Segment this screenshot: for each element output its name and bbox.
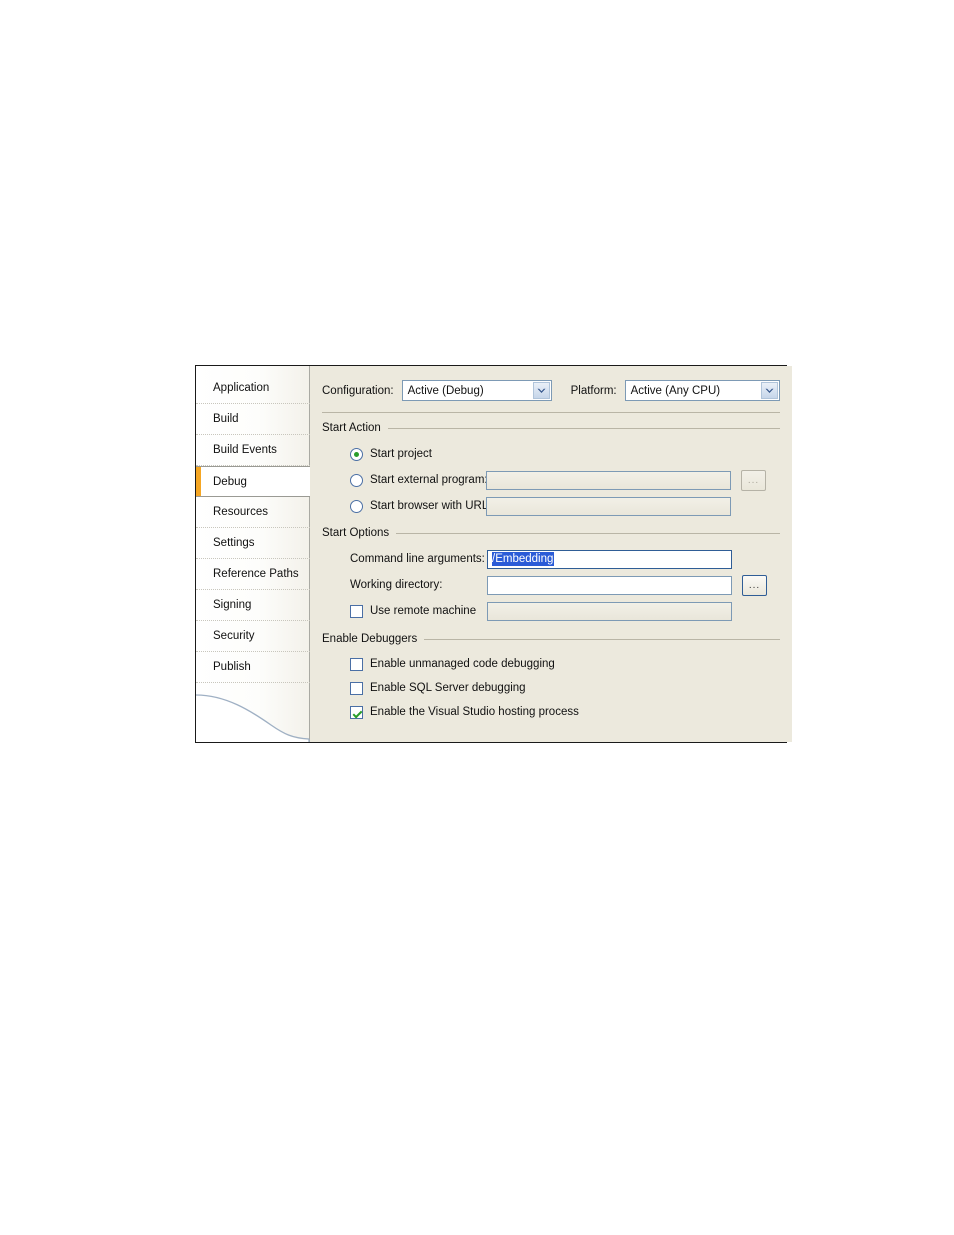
tab-label: Build Events xyxy=(213,444,277,456)
use-remote-machine-label: Use remote machine xyxy=(370,605,477,617)
tab-label: Publish xyxy=(213,661,251,673)
sidebar-item-build-events[interactable]: Build Events xyxy=(196,435,310,466)
sidebar-item-application[interactable]: Application xyxy=(196,373,310,404)
enable-hosting-process-row[interactable]: Enable the Visual Studio hosting process xyxy=(322,700,780,724)
group-rule xyxy=(396,532,780,534)
group-rule xyxy=(387,427,780,429)
sidebar-item-reference-paths[interactable]: Reference Paths xyxy=(196,559,310,590)
external-program-browse-button[interactable]: ... xyxy=(741,469,766,491)
start-external-program-radio[interactable] xyxy=(350,473,363,487)
start-external-program-label: Start external program: xyxy=(370,474,488,486)
start-browser-url-radio[interactable] xyxy=(350,499,363,513)
sidebar-item-signing[interactable]: Signing xyxy=(196,590,310,621)
enable-unmanaged-debugging-row[interactable]: Enable unmanaged code debugging xyxy=(322,652,780,676)
start-project-label: Start project xyxy=(370,448,432,460)
configuration-value: Active (Debug) xyxy=(407,384,484,397)
page-curl-decoration xyxy=(196,694,310,742)
start-action-title: Start Action xyxy=(322,422,381,434)
start-action-group-header: Start Action xyxy=(322,422,780,434)
configuration-dropdown[interactable]: Active (Debug) xyxy=(401,380,552,401)
platform-value: Active (Any CPU) xyxy=(630,384,721,397)
tab-label: Settings xyxy=(213,537,255,549)
enable-unmanaged-debugging-checkbox[interactable] xyxy=(350,657,363,671)
start-options-group-header: Start Options xyxy=(322,527,780,539)
config-separator xyxy=(322,412,780,413)
tab-label: Reference Paths xyxy=(213,568,299,580)
enable-debuggers-group-header: Enable Debuggers xyxy=(322,633,780,645)
sidebar-item-security[interactable]: Security xyxy=(196,621,310,652)
chevron-down-icon[interactable] xyxy=(532,382,550,399)
debug-settings-pane: Configuration: Active (Debug) Platform: … xyxy=(310,366,792,742)
start-options-title: Start Options xyxy=(322,527,390,539)
enable-sql-debugging-checkbox[interactable] xyxy=(350,681,363,695)
tab-label: Resources xyxy=(213,506,268,518)
enable-hosting-process-label: Enable the Visual Studio hosting process xyxy=(370,706,579,718)
external-program-input[interactable] xyxy=(486,470,731,490)
working-directory-row: Working directory: ... xyxy=(322,572,780,598)
working-directory-browse-button[interactable]: ... xyxy=(742,574,767,596)
property-tab-list: Application Build Build Events Debug Res… xyxy=(196,366,310,742)
working-directory-input[interactable] xyxy=(487,575,732,595)
screenshot-canvas: Application Build Build Events Debug Res… xyxy=(0,0,954,1235)
chevron-down-icon[interactable] xyxy=(760,382,778,399)
enable-debuggers-title: Enable Debuggers xyxy=(322,633,418,645)
start-browser-url-row: Start browser with URL: xyxy=(322,493,780,519)
platform-dropdown[interactable]: Active (Any CPU) xyxy=(624,380,780,401)
enable-sql-debugging-label: Enable SQL Server debugging xyxy=(370,682,526,694)
configuration-bar: Configuration: Active (Debug) Platform: … xyxy=(322,380,780,401)
platform-label: Platform: xyxy=(570,384,617,397)
enable-sql-debugging-row[interactable]: Enable SQL Server debugging xyxy=(322,676,780,700)
sidebar-item-publish[interactable]: Publish xyxy=(196,652,310,683)
start-project-row[interactable]: Start project xyxy=(322,441,780,467)
tab-label: Application xyxy=(213,382,270,394)
start-browser-url-label: Start browser with URL: xyxy=(370,500,492,512)
project-properties-dialog: Application Build Build Events Debug Res… xyxy=(195,365,792,743)
sidebar-item-resources[interactable]: Resources xyxy=(196,497,310,528)
sidebar-item-debug[interactable]: Debug xyxy=(196,466,310,497)
working-directory-label: Working directory: xyxy=(350,579,443,591)
tab-label: Debug xyxy=(213,476,247,488)
tab-label: Build xyxy=(213,413,239,425)
sidebar-item-build[interactable]: Build xyxy=(196,404,310,435)
tab-label: Signing xyxy=(213,599,252,611)
sidebar-item-settings[interactable]: Settings xyxy=(196,528,310,559)
start-project-radio[interactable] xyxy=(350,447,363,461)
start-external-program-row: Start external program: ... xyxy=(322,467,780,493)
enable-hosting-process-checkbox[interactable] xyxy=(350,705,363,719)
command-line-arguments-label: Command line arguments: xyxy=(350,553,485,565)
command-line-arguments-row: Command line arguments: /Embedding xyxy=(322,546,780,572)
group-rule xyxy=(424,638,780,640)
use-remote-machine-checkbox[interactable] xyxy=(350,604,363,618)
use-remote-machine-row: Use remote machine xyxy=(322,598,780,624)
command-line-arguments-input[interactable]: /Embedding xyxy=(487,549,732,569)
remote-machine-input[interactable] xyxy=(487,601,732,621)
tab-label: Security xyxy=(213,630,255,642)
command-line-arguments-value: /Embedding xyxy=(492,552,555,566)
browser-url-input[interactable] xyxy=(486,496,731,516)
enable-unmanaged-debugging-label: Enable unmanaged code debugging xyxy=(370,658,555,670)
configuration-label: Configuration: xyxy=(322,384,394,397)
